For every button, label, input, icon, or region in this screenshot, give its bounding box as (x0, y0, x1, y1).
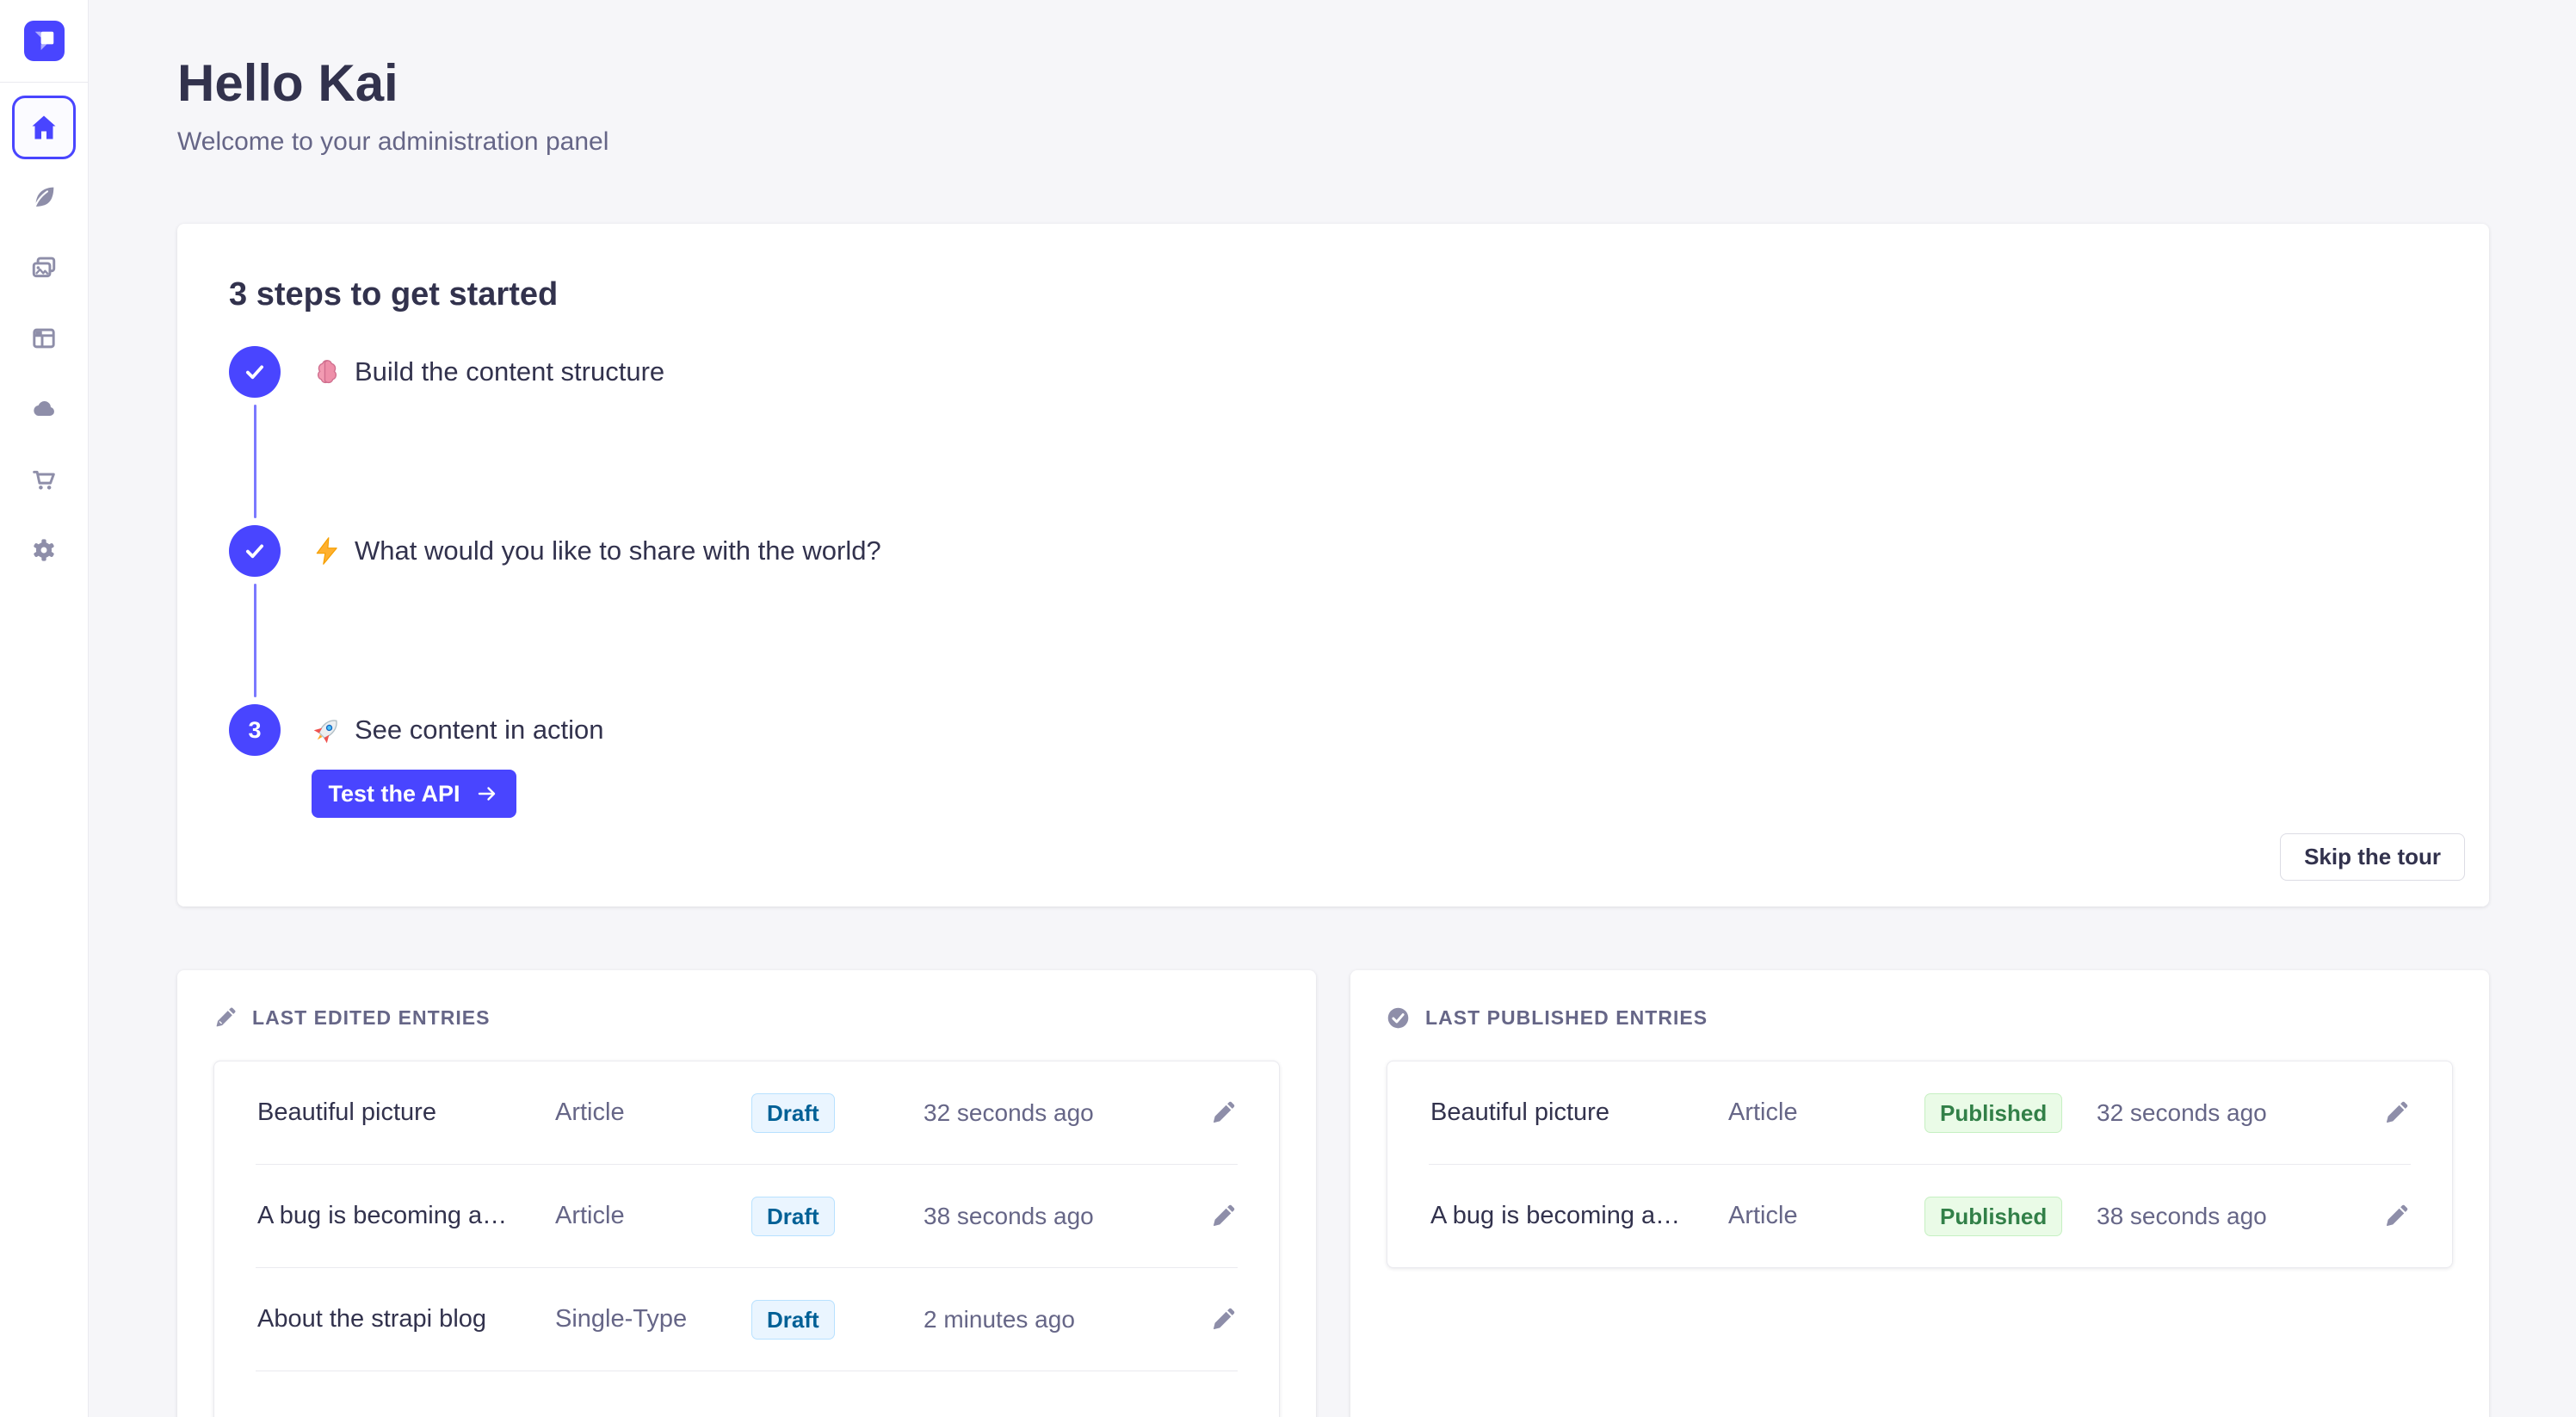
entry-type: Single-Type (555, 1305, 751, 1333)
table-row[interactable]: Beautiful picture Article Published 32 s… (1387, 1061, 2452, 1164)
entry-title: About the strapi blog (257, 1305, 555, 1333)
test-api-button-label: Test the API (328, 781, 460, 808)
content-manager-icon[interactable] (30, 183, 58, 211)
page-title: Hello Kai (177, 55, 2489, 112)
last-published-header: LAST PUBLISHED ENTRIES (1387, 1006, 2453, 1030)
home-icon (28, 112, 59, 143)
table-row[interactable]: A bug is becoming a… Article Published 3… (1387, 1165, 2452, 1267)
sidebar-nav (0, 83, 88, 564)
strapi-logo-icon (24, 21, 65, 61)
last-published-entries-card: LAST PUBLISHED ENTRIES Beautiful picture… (1350, 970, 2489, 1417)
edit-pencil-icon[interactable] (2383, 1100, 2409, 1126)
workspace-logo-area (0, 0, 88, 83)
last-published-label: LAST PUBLISHED ENTRIES (1425, 1006, 1708, 1030)
status-badge: Draft (751, 1300, 835, 1340)
status-badge: Draft (751, 1093, 835, 1133)
entry-title: Beautiful picture (257, 1098, 555, 1127)
sidebar-item-home[interactable] (12, 96, 76, 159)
last-edited-entries-card: LAST EDITED ENTRIES Beautiful picture Ar… (177, 970, 1316, 1417)
status-badge: Published (1924, 1093, 2062, 1133)
last-edited-table: Beautiful picture Article Draft 32 secon… (213, 1061, 1280, 1417)
step-1-done-circle[interactable] (229, 346, 281, 398)
sidebar (0, 0, 89, 1417)
step-2-done-circle[interactable] (229, 525, 281, 577)
entry-time: 32 seconds ago (924, 1099, 1198, 1127)
last-edited-label: LAST EDITED ENTRIES (252, 1006, 491, 1030)
steps-list: Build the content structure (229, 346, 2437, 818)
media-library-icon[interactable] (30, 254, 58, 282)
step-connector (254, 405, 256, 518)
step-2-text: What would you like to share with the wo… (355, 535, 881, 566)
entry-time: 2 minutes ago (924, 1306, 1198, 1333)
step-1-label[interactable]: Build the content structure (312, 346, 664, 398)
entry-title: A bug is becoming a… (257, 1202, 555, 1230)
step-connector (254, 584, 256, 697)
step-2-label[interactable]: What would you like to share with the wo… (312, 525, 881, 577)
arrow-right-icon (474, 783, 500, 804)
table-row[interactable]: Beautiful picture Article Draft 32 secon… (214, 1061, 1279, 1164)
step-1-text: Build the content structure (355, 356, 664, 387)
entries-sections: LAST EDITED ENTRIES Beautiful picture Ar… (177, 970, 2489, 1417)
step-share-with-world: What would you like to share with the wo… (229, 525, 2437, 704)
check-icon (242, 359, 268, 385)
edit-pencil-icon[interactable] (1210, 1100, 1236, 1126)
step-3-number-circle[interactable]: 3 (229, 704, 281, 756)
brain-emoji (312, 356, 343, 387)
entry-time: 38 seconds ago (924, 1203, 1198, 1230)
step-3-rail: 3 (229, 704, 281, 818)
entry-time: 32 seconds ago (2097, 1099, 2371, 1127)
table-row-cutoff (214, 1371, 1279, 1417)
entry-type: Article (555, 1098, 751, 1127)
step-3-label[interactable]: See content in action (312, 704, 604, 756)
skip-tour-button[interactable]: Skip the tour (2280, 833, 2465, 881)
status-badge: Published (1924, 1197, 2062, 1236)
rocket-emoji (312, 715, 343, 746)
check-icon (242, 538, 268, 564)
edit-pencil-icon[interactable] (2383, 1204, 2409, 1229)
step-1-rail (229, 346, 281, 525)
main-content: Hello Kai Welcome to your administration… (89, 55, 2576, 1417)
step-2-rail (229, 525, 281, 704)
last-edited-header: LAST EDITED ENTRIES (213, 1006, 1280, 1030)
check-circle-icon (1387, 1006, 1410, 1030)
pencil-icon (213, 1006, 237, 1030)
settings-icon[interactable] (30, 536, 58, 564)
entry-title: Beautiful picture (1430, 1098, 1728, 1127)
marketplace-icon[interactable] (30, 466, 58, 493)
step-build-content-structure: Build the content structure (229, 346, 2437, 525)
table-row[interactable]: A bug is becoming a… Article Draft 38 se… (214, 1165, 1279, 1267)
strapi-logo[interactable] (24, 21, 65, 61)
status-badge: Draft (751, 1197, 835, 1236)
step-see-content-in-action: 3 See c (229, 704, 2437, 818)
entry-title: A bug is becoming a… (1430, 1202, 1728, 1230)
onboarding-card: 3 steps to get started (177, 224, 2489, 907)
content-type-builder-icon[interactable] (30, 325, 58, 352)
test-api-button[interactable]: Test the API (312, 770, 516, 818)
entry-type: Article (1728, 1098, 1924, 1127)
entry-time: 38 seconds ago (2097, 1203, 2371, 1230)
edit-pencil-icon[interactable] (1210, 1204, 1236, 1229)
entry-type: Article (1728, 1202, 1924, 1230)
page-subtitle: Welcome to your administration panel (177, 126, 2489, 158)
edit-pencil-icon[interactable] (1210, 1307, 1236, 1333)
table-row[interactable]: About the strapi blog Single-Type Draft … (214, 1268, 1279, 1371)
cloud-icon[interactable] (30, 395, 58, 423)
onboarding-heading: 3 steps to get started (229, 274, 2437, 315)
step-3-text: See content in action (355, 715, 604, 746)
step-3-number: 3 (248, 717, 261, 744)
zap-emoji (312, 535, 343, 566)
last-published-table: Beautiful picture Article Published 32 s… (1387, 1061, 2453, 1268)
entry-type: Article (555, 1202, 751, 1230)
